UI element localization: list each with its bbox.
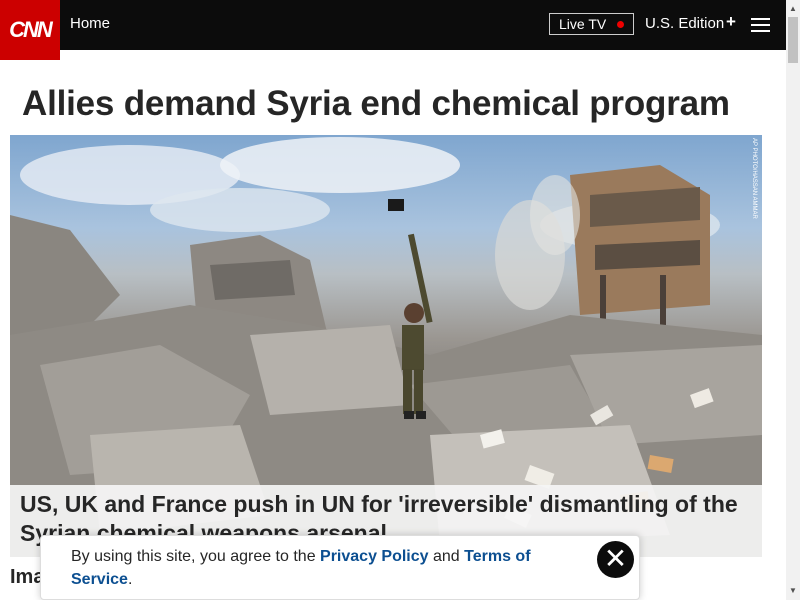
edition-plus-icon[interactable]: + [726, 12, 736, 32]
live-tv-label: Live TV [559, 16, 607, 32]
scroll-thumb[interactable] [788, 17, 798, 63]
page-scrollbar[interactable]: ▲ ▼ [786, 0, 800, 600]
top-nav-bar: Home Live TV U.S. Edition + [0, 0, 786, 50]
edition-selector[interactable]: U.S. Edition [645, 15, 724, 32]
page-headline[interactable]: Allies demand Syria end chemical program [22, 84, 730, 124]
scroll-up-arrow-icon[interactable]: ▲ [789, 4, 797, 13]
live-indicator-icon [617, 21, 624, 28]
close-icon[interactable]: ✕ [597, 541, 634, 578]
cookie-consent-banner: By using this site, you agree to the Pri… [40, 535, 640, 600]
live-tv-button[interactable]: Live TV [549, 13, 634, 35]
logo-text: CNN [9, 17, 53, 42]
nav-home-link[interactable]: Home [70, 15, 110, 32]
photo-credit: AP PHOTO/HASSAN AMMAR [751, 138, 757, 219]
privacy-policy-link[interactable]: Privacy Policy [320, 548, 429, 565]
hamburger-icon[interactable] [751, 18, 770, 32]
cookie-consent-text: By using this site, you agree to the Pri… [71, 545, 541, 591]
cookie-text-suffix: . [127, 571, 133, 588]
cookie-text-prefix: By using this site, you agree to the [71, 548, 321, 565]
cookie-text-and: and [428, 548, 465, 565]
cnn-logo[interactable]: CNN [0, 0, 60, 60]
scroll-down-arrow-icon[interactable]: ▼ [789, 586, 797, 595]
